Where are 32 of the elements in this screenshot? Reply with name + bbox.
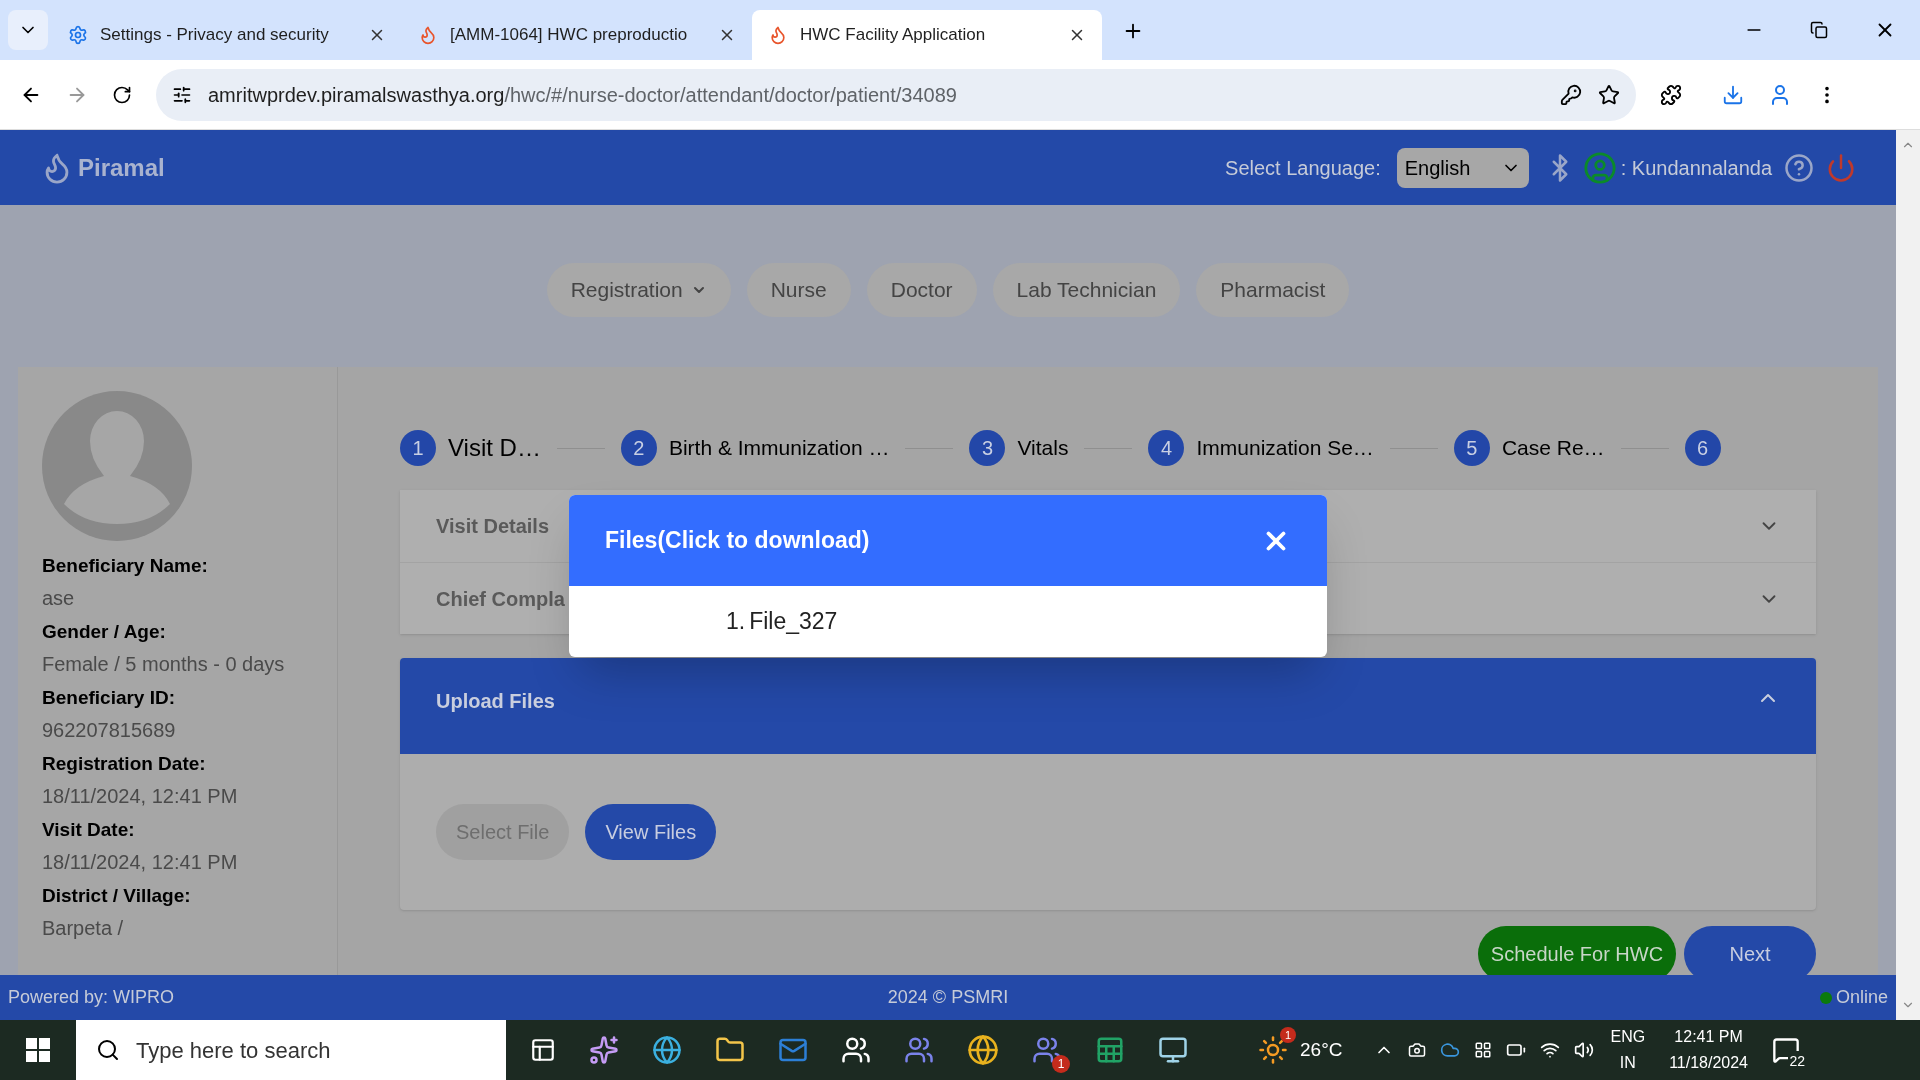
- field-label: Registration Date:: [42, 752, 207, 776]
- notification-badge: 1: [1052, 1055, 1070, 1073]
- field-label: Beneficiary ID:: [42, 686, 177, 710]
- tab-title: [AMM-1064] HWC preproductio: [450, 24, 689, 47]
- field-value: ase: [42, 586, 76, 611]
- tab-title: HWC Facility Application: [800, 24, 987, 47]
- step-label: Case Re…: [1501, 435, 1605, 462]
- temperature: 26°C: [1300, 1037, 1343, 1062]
- step-label: Birth & Immunization …: [668, 435, 890, 462]
- field-value: Barpeta /: [42, 916, 125, 941]
- language-label: Select Language:: [1225, 155, 1381, 181]
- field-value: 962207815689: [42, 718, 177, 743]
- field-label: District / Village:: [42, 884, 192, 908]
- field-value: 18/11/2024, 12:41 PM: [42, 784, 239, 809]
- user-name: : Kundannalanda: [1620, 155, 1772, 181]
- field-label: Beneficiary Name:: [42, 554, 209, 578]
- weather-badge: 1: [1280, 1027, 1296, 1043]
- field-value: Female / 5 months - 0 days: [42, 652, 286, 677]
- status-text: Online: [1835, 986, 1888, 1009]
- step-label: Visit D…: [448, 433, 541, 463]
- field-value: 18/11/2024, 12:41 PM: [42, 850, 239, 875]
- search-placeholder: Type here to search: [136, 1036, 331, 1065]
- footer-credit: Powered by: WIPRO: [8, 986, 176, 1009]
- step-label: Vitals: [1017, 435, 1069, 462]
- field-label: Gender / Age:: [42, 620, 167, 644]
- step-label: Immunization Se…: [1196, 435, 1374, 462]
- field-label: Visit Date:: [42, 818, 136, 842]
- logo-text: Piramal: [78, 152, 165, 183]
- url-text: amritwprdev.piramalswasthya.org/hwc/#/nurse-doctor/attendant/doctor/patient/34089: [208, 82, 957, 108]
- dialog-title: Files(Click to download): [605, 526, 870, 556]
- footer-copyright: 2024 © PSMRI: [886, 986, 1010, 1009]
- tab-title: Settings - Privacy and security: [100, 24, 330, 47]
